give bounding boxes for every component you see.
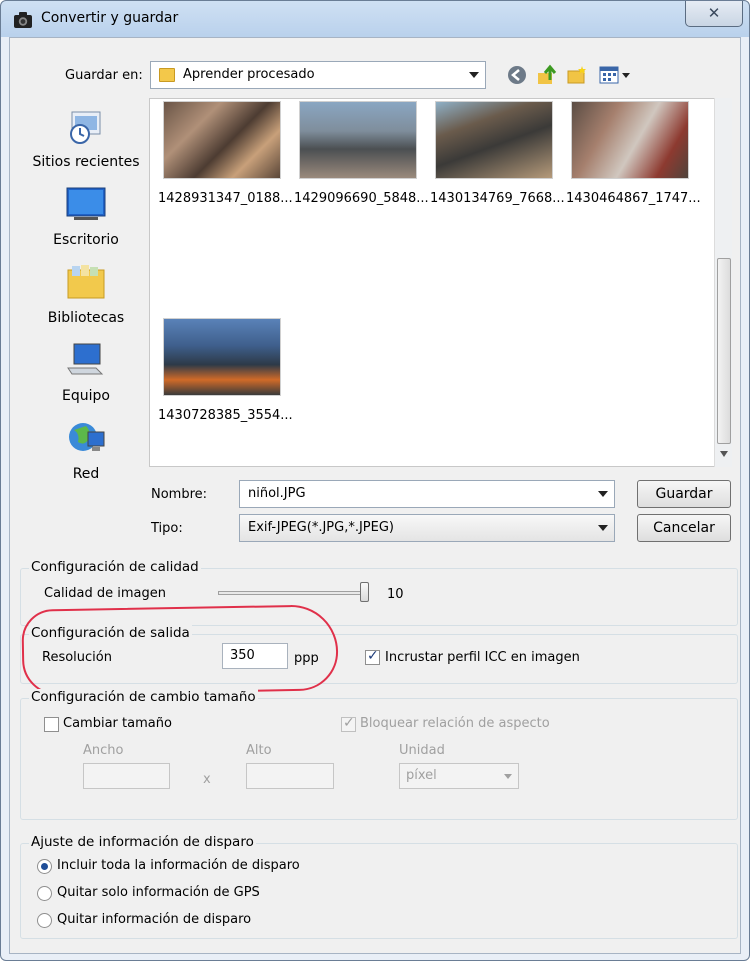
file-list: 1428931347_0188... 1429096690_5848... 14… <box>149 98 715 467</box>
file-name: 1429096690_5848... <box>294 191 429 206</box>
place-desktop[interactable]: Escritorio <box>22 186 150 248</box>
file-list-scrollbar[interactable] <box>714 98 732 467</box>
embed-icc-label: Incrustar perfil ICC en imagen <box>385 650 580 665</box>
resize-group-title: Configuración de cambio tamaño <box>29 689 258 705</box>
unit-value: píxel <box>406 768 437 783</box>
window-title: Convertir y guardar <box>41 10 179 26</box>
file-item[interactable]: 1430134769_7668... <box>430 101 565 206</box>
place-label: Equipo <box>62 388 110 404</box>
file-thumbnail <box>571 101 689 179</box>
file-name: 1430728385_3554... <box>158 408 293 423</box>
quality-slider-thumb[interactable] <box>360 582 369 602</box>
chevron-down-icon <box>598 525 608 531</box>
quality-slider-track[interactable] <box>218 591 366 595</box>
radio-remove-gps[interactable] <box>37 886 52 901</box>
cancel-button[interactable]: Cancelar <box>637 514 731 542</box>
place-label: Bibliotecas <box>47 310 125 326</box>
radio-label: Incluir toda la información de disparo <box>57 858 300 873</box>
recent-places-icon <box>70 111 101 144</box>
new-folder-icon[interactable] <box>566 64 588 86</box>
annotation-circle <box>21 604 339 696</box>
title-bar: Convertir y guardar ✕ <box>1 1 749 37</box>
image-quality-label: Calidad de imagen <box>44 586 166 601</box>
folder-icon <box>159 68 175 82</box>
place-network[interactable]: Red <box>22 420 150 482</box>
place-label: Red <box>72 466 100 482</box>
place-recent[interactable]: Sitios recientes <box>22 108 150 170</box>
place-computer[interactable]: Equipo <box>22 342 150 404</box>
radio-remove-all[interactable] <box>37 913 52 928</box>
convert-save-dialog: Convertir y guardar ✕ Guardar en: Aprend… <box>0 0 750 961</box>
file-item[interactable]: 1430464867_1747... <box>566 101 701 206</box>
computer-icon <box>67 343 104 375</box>
place-libraries[interactable]: Bibliotecas <box>22 264 150 326</box>
file-item[interactable]: 1430728385_3554... <box>158 318 293 423</box>
libraries-icon <box>67 265 105 299</box>
filetype-value: Exif-JPEG(*.JPG,*.JPEG) <box>248 520 395 535</box>
save-in-dropdown[interactable]: Aprender procesado <box>150 61 486 89</box>
file-name: 1430134769_7668... <box>430 191 565 206</box>
keep-aspect-checkbox[interactable] <box>341 715 356 732</box>
times-sign: x <box>203 772 211 787</box>
filename-label: Nombre: <box>151 487 208 502</box>
height-input[interactable] <box>246 763 334 789</box>
network-icon <box>69 423 105 451</box>
resize-label: Cambiar tamaño <box>63 716 172 731</box>
close-button[interactable]: ✕ <box>685 1 743 27</box>
radio-label: Quitar información de disparo <box>57 912 252 927</box>
dialog-body: Guardar en: Aprender procesado Sitios re… <box>9 37 741 954</box>
file-item[interactable]: 1429096690_5848... <box>294 101 429 206</box>
file-thumbnail <box>299 101 417 179</box>
places-bar: Sitios recientes Escritorio Bibliotecas … <box>22 98 150 518</box>
save-in-value: Aprender procesado <box>183 67 315 82</box>
file-thumbnail <box>163 318 281 396</box>
width-label: Ancho <box>83 743 124 758</box>
file-thumbnail <box>163 101 281 179</box>
resize-checkbox[interactable] <box>44 717 59 732</box>
up-folder-icon[interactable] <box>536 64 558 86</box>
width-input[interactable] <box>83 763 170 789</box>
file-item[interactable]: 1428931347_0188... <box>158 101 293 206</box>
shot-info-group-title: Ajuste de información de disparo <box>29 834 256 850</box>
place-label: Escritorio <box>53 232 119 248</box>
file-thumbnail <box>435 101 553 179</box>
desktop-icon <box>66 187 106 220</box>
chevron-down-icon <box>598 491 608 497</box>
unit-dropdown[interactable]: píxel <box>399 763 519 789</box>
chevron-down-icon <box>469 72 479 78</box>
filename-value: niñol.JPG <box>248 486 306 501</box>
filename-input[interactable]: niñol.JPG <box>239 480 615 508</box>
chevron-down-icon <box>504 774 512 779</box>
radio-label: Quitar solo información de GPS <box>57 885 260 900</box>
place-label: Sitios recientes <box>32 154 140 170</box>
save-in-label: Guardar en: <box>65 68 143 83</box>
radio-include-all[interactable] <box>37 859 52 874</box>
unit-label: Unidad <box>399 743 445 758</box>
file-name: 1428931347_0188... <box>158 191 293 206</box>
quality-group-title: Configuración de calidad <box>29 559 201 575</box>
height-label: Alto <box>246 743 272 758</box>
back-icon[interactable] <box>506 64 528 86</box>
file-name: 1430464867_1747... <box>566 191 701 206</box>
scrollbar-thumb[interactable] <box>717 258 731 444</box>
camera-icon <box>14 12 32 28</box>
save-button[interactable]: Guardar <box>637 480 731 508</box>
embed-icc-checkbox[interactable] <box>365 648 380 665</box>
view-menu-icon[interactable] <box>598 64 632 86</box>
filetype-label: Tipo: <box>151 521 183 536</box>
scroll-down-icon[interactable] <box>719 450 729 458</box>
keep-aspect-label: Bloquear relación de aspecto <box>360 716 550 731</box>
quality-value: 10 <box>387 587 404 602</box>
filetype-dropdown[interactable]: Exif-JPEG(*.JPG,*.JPEG) <box>239 514 615 542</box>
